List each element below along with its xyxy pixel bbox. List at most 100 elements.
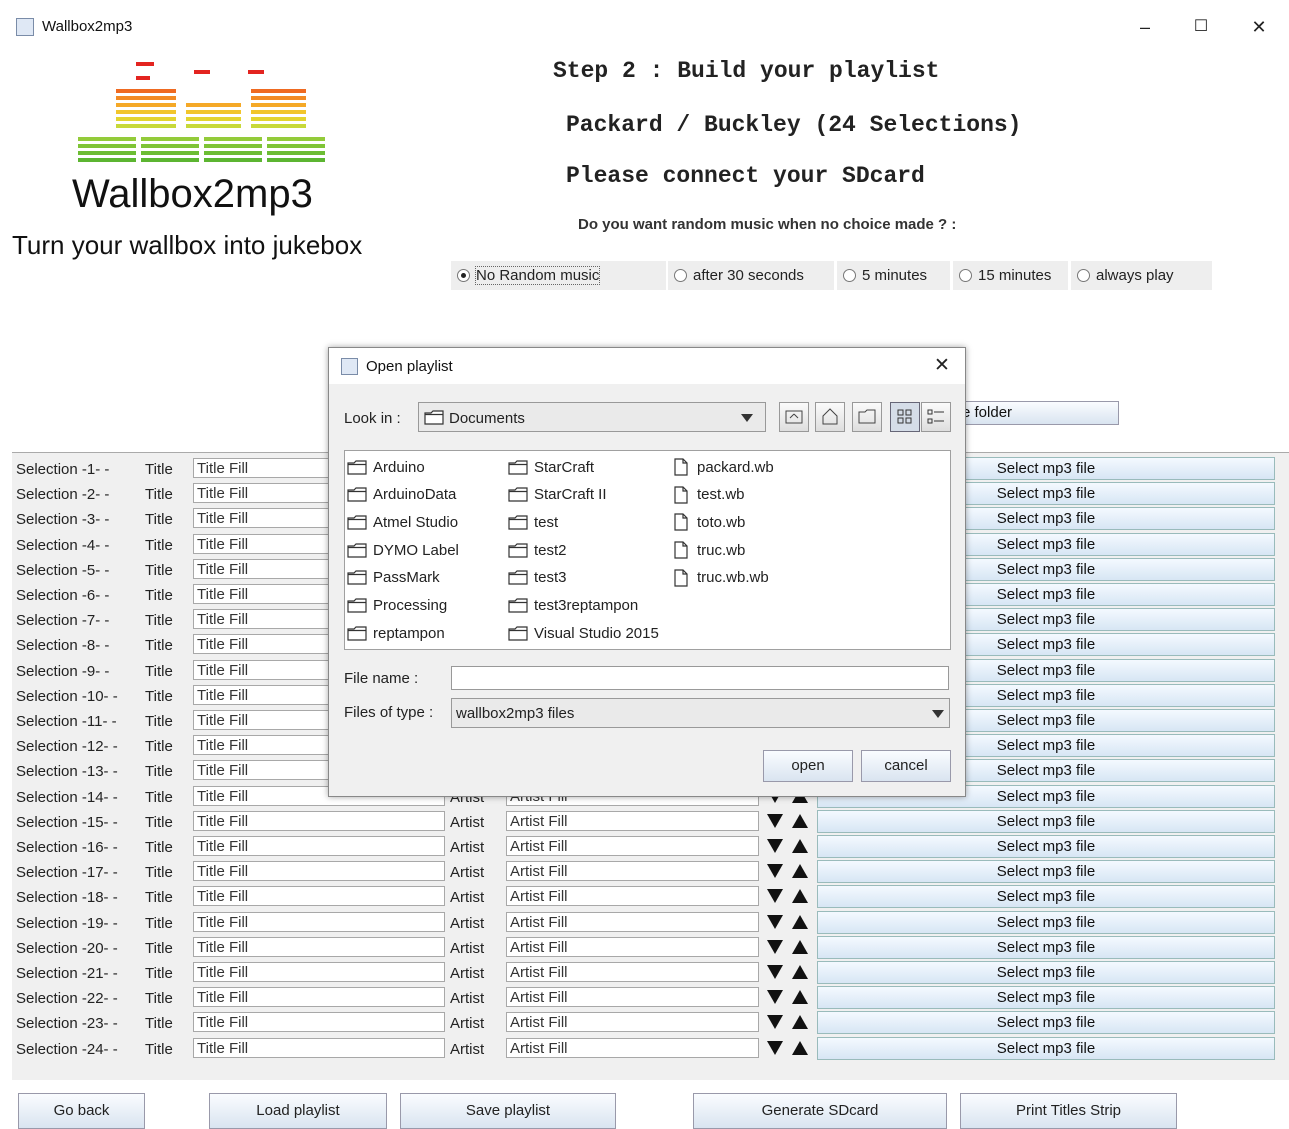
title-input[interactable]: Title Fill: [193, 1012, 445, 1033]
load-playlist-button[interactable]: Load playlist: [209, 1093, 387, 1129]
random-option-3[interactable]: 15 minutes: [953, 261, 1068, 290]
random-option-4[interactable]: always play: [1071, 261, 1212, 290]
up-one-level-icon[interactable]: [779, 402, 809, 432]
close-button[interactable]: ✕: [1244, 14, 1274, 40]
folder-item[interactable]: StarCraft II: [508, 484, 607, 506]
details-view-icon[interactable]: [921, 402, 951, 432]
radio-button-icon[interactable]: [959, 269, 972, 282]
folder-item[interactable]: Atmel Studio: [347, 511, 458, 533]
artist-input[interactable]: Artist Fill: [506, 810, 759, 831]
home-icon[interactable]: [815, 402, 845, 432]
select-mp3-button[interactable]: Select mp3 file: [817, 809, 1275, 833]
artist-input[interactable]: Artist Fill: [506, 1012, 759, 1033]
save-playlist-button[interactable]: Save playlist: [400, 1093, 616, 1129]
title-label: Title: [145, 914, 173, 932]
move-down-icon[interactable]: [766, 837, 784, 855]
file-item[interactable]: test.wb: [671, 484, 745, 506]
files-of-type-combo[interactable]: wallbox2mp3 files: [451, 698, 950, 728]
radio-button-icon[interactable]: [1077, 269, 1090, 282]
folder-item[interactable]: DYMO Label: [347, 539, 459, 561]
cancel-button[interactable]: cancel: [861, 750, 951, 782]
move-down-icon[interactable]: [766, 913, 784, 931]
artist-input[interactable]: Artist Fill: [506, 1037, 759, 1058]
title-input[interactable]: Title Fill: [193, 810, 445, 831]
folder-item[interactable]: test3: [508, 567, 567, 589]
radio-button-icon[interactable]: [674, 269, 687, 282]
select-mp3-button[interactable]: Select mp3 file: [817, 986, 1275, 1010]
folder-item[interactable]: reptampon: [347, 622, 445, 644]
select-mp3-button[interactable]: Select mp3 file: [817, 935, 1275, 959]
random-option-1[interactable]: after 30 seconds: [668, 261, 834, 290]
select-mp3-button[interactable]: Select mp3 file: [817, 835, 1275, 858]
folder-item[interactable]: test2: [508, 539, 567, 561]
file-item[interactable]: truc.wb.wb: [671, 567, 769, 589]
move-up-icon[interactable]: [791, 963, 809, 981]
select-mp3-button[interactable]: Select mp3 file: [817, 961, 1275, 984]
move-up-icon[interactable]: [791, 812, 809, 830]
title-input[interactable]: Title Fill: [193, 936, 445, 957]
file-item[interactable]: packard.wb: [671, 456, 774, 478]
folder-item[interactable]: StarCraft: [508, 456, 594, 478]
move-up-icon[interactable]: [791, 862, 809, 880]
open-button[interactable]: open: [763, 750, 853, 782]
title-input[interactable]: Title Fill: [193, 962, 445, 982]
title-input[interactable]: Title Fill: [193, 861, 445, 882]
move-up-icon[interactable]: [791, 988, 809, 1006]
folder-item[interactable]: Arduino: [347, 456, 425, 478]
generate-sdcard-button[interactable]: Generate SDcard: [693, 1093, 947, 1129]
folder-item[interactable]: ArduinoData: [347, 484, 456, 506]
move-down-icon[interactable]: [766, 1039, 784, 1057]
list-view-icon[interactable]: [890, 402, 920, 432]
dialog-close-button[interactable]: ✕: [934, 354, 950, 377]
folder-item[interactable]: Processing: [347, 595, 447, 617]
move-up-icon[interactable]: [791, 1039, 809, 1057]
select-mp3-button[interactable]: Select mp3 file: [817, 885, 1275, 909]
title-input[interactable]: Title Fill: [193, 1037, 445, 1058]
new-folder-icon[interactable]: [852, 402, 882, 432]
select-mp3-button[interactable]: Select mp3 file: [817, 910, 1275, 934]
title-input[interactable]: Title Fill: [193, 886, 445, 907]
move-up-icon[interactable]: [791, 913, 809, 931]
file-item[interactable]: toto.wb: [671, 511, 745, 533]
folder-item[interactable]: PassMark: [347, 567, 440, 589]
artist-input[interactable]: Artist Fill: [506, 987, 759, 1008]
random-option-2[interactable]: 5 minutes: [837, 261, 950, 290]
maximize-button[interactable]: ☐: [1186, 14, 1216, 40]
select-mp3-button[interactable]: Select mp3 file: [817, 1036, 1275, 1060]
move-up-icon[interactable]: [791, 938, 809, 956]
go-back-button[interactable]: Go back: [18, 1093, 145, 1129]
move-down-icon[interactable]: [766, 938, 784, 956]
artist-input[interactable]: Artist Fill: [506, 911, 759, 932]
random-option-0[interactable]: No Random music: [451, 261, 666, 290]
radio-button-icon[interactable]: [843, 269, 856, 282]
folder-item[interactable]: test: [508, 511, 558, 533]
move-down-icon[interactable]: [766, 988, 784, 1006]
radio-button-icon[interactable]: [457, 269, 470, 282]
choose-folder-button[interactable]: e folder: [955, 401, 1119, 425]
title-input[interactable]: Title Fill: [193, 911, 445, 932]
move-up-icon[interactable]: [791, 887, 809, 905]
move-down-icon[interactable]: [766, 862, 784, 880]
file-name-input[interactable]: [451, 666, 949, 690]
print-titles-strip-button[interactable]: Print Titles Strip: [960, 1093, 1177, 1129]
artist-input[interactable]: Artist Fill: [506, 962, 759, 982]
move-down-icon[interactable]: [766, 812, 784, 830]
move-down-icon[interactable]: [766, 887, 784, 905]
artist-input[interactable]: Artist Fill: [506, 836, 759, 856]
move-up-icon[interactable]: [791, 837, 809, 855]
folder-item[interactable]: Visual Studio 2015: [508, 622, 659, 644]
title-input[interactable]: Title Fill: [193, 987, 445, 1008]
title-input[interactable]: Title Fill: [193, 836, 445, 856]
select-mp3-button[interactable]: Select mp3 file: [817, 860, 1275, 884]
artist-input[interactable]: Artist Fill: [506, 936, 759, 957]
artist-input[interactable]: Artist Fill: [506, 886, 759, 907]
folder-item[interactable]: test3reptampon: [508, 595, 638, 617]
look-in-combo[interactable]: Documents: [418, 402, 766, 432]
file-item[interactable]: truc.wb: [671, 539, 745, 561]
move-down-icon[interactable]: [766, 1013, 784, 1031]
artist-input[interactable]: Artist Fill: [506, 861, 759, 882]
move-up-icon[interactable]: [791, 1013, 809, 1031]
select-mp3-button[interactable]: Select mp3 file: [817, 1011, 1275, 1035]
move-down-icon[interactable]: [766, 963, 784, 981]
minimize-button[interactable]: –: [1130, 14, 1160, 40]
